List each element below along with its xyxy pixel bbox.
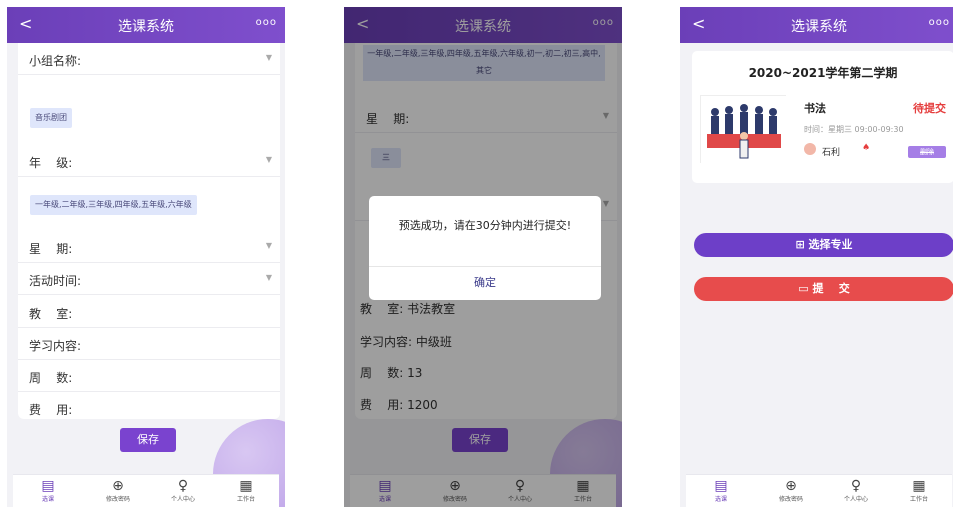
avatar xyxy=(804,143,816,155)
fee-row: 费 用: xyxy=(18,392,280,424)
group-chip[interactable]: 音乐剧团 xyxy=(30,108,72,128)
tab-profile[interactable]: ♀ 个人中心 xyxy=(158,478,208,503)
tab-select-course[interactable]: ▤ 选课 xyxy=(23,478,73,503)
course-thumbnail xyxy=(700,95,787,164)
weeks-label: 周 数: xyxy=(29,371,73,385)
tab-change-password[interactable]: ⊕ 修改密码 xyxy=(766,478,816,503)
person-icon: ♀ xyxy=(177,478,189,494)
delete-button[interactable]: 删除 xyxy=(908,146,946,158)
submit-button[interactable]: ▭ 提 交 xyxy=(694,277,953,301)
app-header: < 选课系统 ooo xyxy=(7,7,285,43)
page-title: 选课系统 xyxy=(791,19,847,35)
chevron-down-icon: ▼ xyxy=(265,53,272,62)
group-label: 小组名称: xyxy=(29,54,82,68)
bottom-tabbar: ▤ 选课 ⊕ 修改密码 ♀ 个人中心 ▦ 工作台 xyxy=(686,474,952,507)
tab-label: 选课 xyxy=(41,496,54,503)
course-time: 时间：星期三 09:00-09:30 xyxy=(804,125,904,134)
tab-profile[interactable]: ♀ 个人中心 xyxy=(831,478,881,503)
dialog-screen: < 选课系统 ooo 一年级,二年级,三年级,四年级,五年级,六年级,初一,初二… xyxy=(344,7,622,507)
form-screen: < 选课系统 ooo 小组名称: ▼ 音乐剧团 年 级: ▼ 一年级,二年级,三… xyxy=(7,7,285,507)
fee-label: 费 用: xyxy=(29,403,73,417)
tab-label: 修改密码 xyxy=(778,496,803,503)
dialog-divider xyxy=(369,266,601,267)
select-major-button[interactable]: ⊞ 选择专业 xyxy=(694,233,953,257)
course-card: 2020~2021学年第二学期 书法 待提交 时间：星期三 09:00-09:3… xyxy=(692,51,953,183)
weeks-row: 周 数: xyxy=(18,360,280,392)
tab-change-password[interactable]: ⊕ 修改密码 xyxy=(93,478,143,503)
grade-select[interactable]: 年 级: ▼ xyxy=(18,145,280,177)
page-title: 选课系统 xyxy=(118,19,174,35)
grade-chip[interactable]: 一年级,二年级,三年级,四年级,五年级,六年级 xyxy=(30,195,197,215)
room-label: 教 室: xyxy=(29,307,73,321)
chevron-down-icon: ▼ xyxy=(265,273,272,282)
lock-icon: ⊕ xyxy=(785,478,797,494)
submit-label: 提 交 xyxy=(812,282,850,295)
edit-icon: ▭ xyxy=(798,282,813,295)
bottom-tabbar: ▤ 选课 ⊕ 修改密码 ♀ 个人中心 ▦ 工作台 xyxy=(13,474,279,507)
person-icon: ♀ xyxy=(850,478,862,494)
tab-label: 工作台 xyxy=(236,496,255,503)
course-name: 书法 xyxy=(804,102,826,115)
tab-select-course[interactable]: ▤ 选课 xyxy=(696,478,746,503)
tab-workbench[interactable]: ▦ 工作台 xyxy=(221,478,271,503)
lock-icon: ⊕ xyxy=(112,478,124,494)
app-header: < 选课系统 ooo xyxy=(680,7,953,43)
group-select[interactable]: 小组名称: ▼ xyxy=(18,43,280,75)
status-badge: 待提交 xyxy=(913,102,946,115)
tab-label: 选课 xyxy=(714,496,727,503)
tab-workbench[interactable]: ▦ 工作台 xyxy=(894,478,944,503)
more-icon[interactable]: ooo xyxy=(256,17,277,28)
file-icon: ▤ xyxy=(714,478,728,494)
dialog-message: 预选成功，请在30分钟内进行提交! xyxy=(398,219,572,232)
chevron-down-icon: ▼ xyxy=(265,241,272,250)
time-label: 活动时间: xyxy=(29,274,82,288)
room-row: 教 室: xyxy=(18,296,280,328)
choir-illustration xyxy=(701,96,787,164)
content-label: 学习内容: xyxy=(29,339,82,353)
grade-label: 年 级: xyxy=(29,156,73,170)
select-major-label: 选择专业 xyxy=(808,238,853,251)
tab-label: 个人中心 xyxy=(170,496,195,503)
tab-label: 修改密码 xyxy=(105,496,130,503)
week-select[interactable]: 星 期: ▼ xyxy=(18,231,280,263)
term-title: 2020~2021学年第二学期 xyxy=(748,66,898,80)
week-label: 星 期: xyxy=(29,242,73,256)
content-row: 学习内容: xyxy=(18,328,280,360)
flame-icon: ♠ xyxy=(862,143,871,153)
teacher-name: 石利 xyxy=(822,148,841,158)
save-button[interactable]: 保存 xyxy=(120,428,176,452)
plus-square-icon: ⊞ xyxy=(795,238,809,251)
form-card: 小组名称: ▼ 音乐剧团 年 级: ▼ 一年级,二年级,三年级,四年级,五年级,… xyxy=(18,43,280,419)
confirm-button[interactable]: 确定 xyxy=(369,274,601,290)
course-screen: < 选课系统 ooo 2020~2021学年第二学期 书法 待提交 时间：星期三… xyxy=(680,7,953,507)
more-icon[interactable]: ooo xyxy=(929,17,950,28)
tab-label: 个人中心 xyxy=(843,496,868,503)
tab-label: 工作台 xyxy=(909,496,928,503)
grid-icon: ▦ xyxy=(239,478,253,494)
file-icon: ▤ xyxy=(41,478,55,494)
chevron-down-icon: ▼ xyxy=(265,155,272,164)
success-dialog: 预选成功，请在30分钟内进行提交! 确定 xyxy=(369,196,601,300)
time-select[interactable]: 活动时间: ▼ xyxy=(18,263,280,295)
grid-icon: ▦ xyxy=(912,478,926,494)
